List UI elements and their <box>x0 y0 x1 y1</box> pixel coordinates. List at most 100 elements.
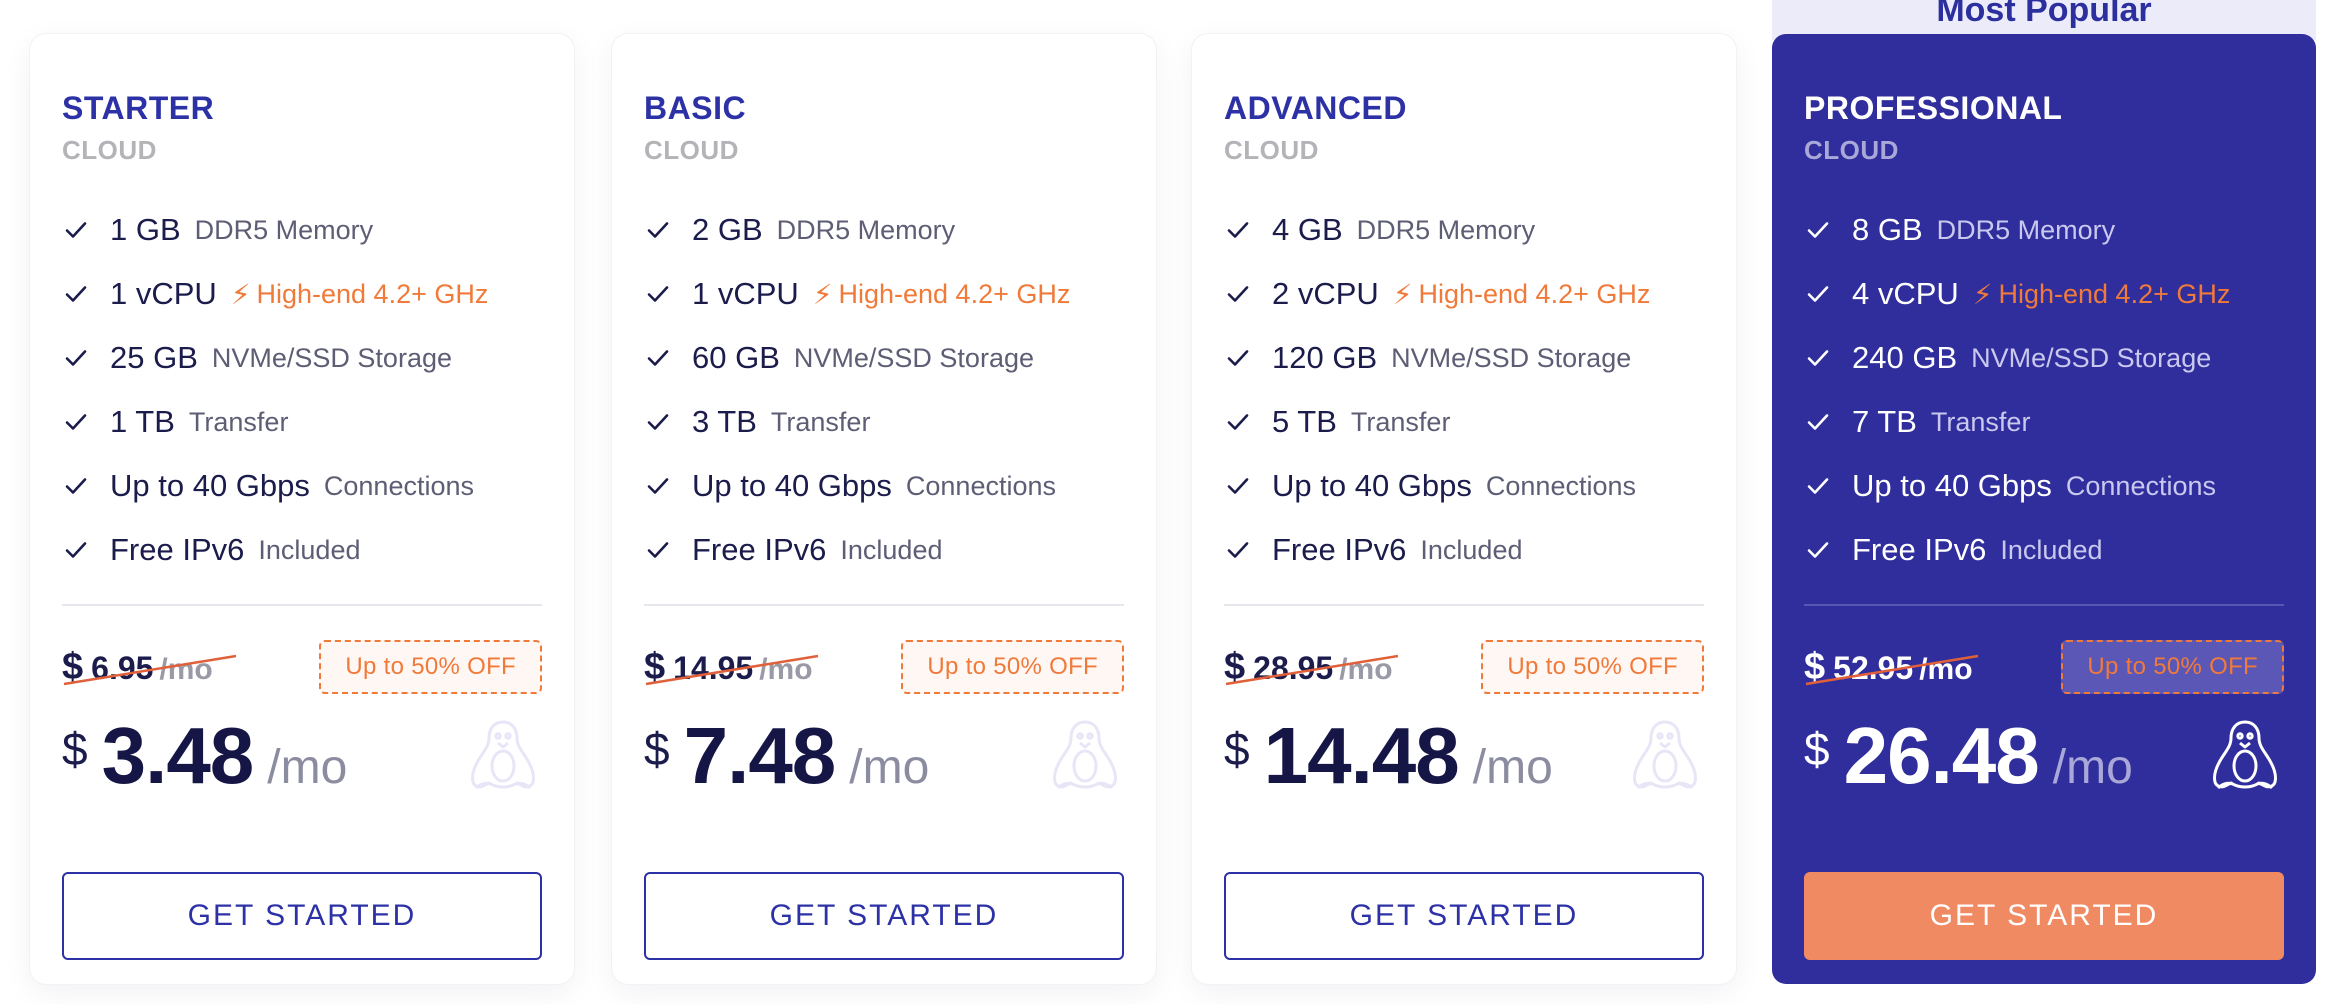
check-icon <box>1224 344 1252 372</box>
feature-value: 25 GB <box>110 340 198 375</box>
current-price: $ 3.48 /mo <box>62 710 542 800</box>
feature-cpu: 1 vCPU ⚡ High-end 4.2+ GHz <box>644 262 1124 326</box>
feature-value: 1 vCPU <box>692 276 799 311</box>
old-price-currency: $ <box>62 645 84 688</box>
feature-value: Up to 40 Gbps <box>1852 468 2052 503</box>
check-icon <box>62 472 90 500</box>
old-price-amount: 28.95 <box>1253 649 1334 686</box>
check-icon <box>1224 536 1252 564</box>
check-icon <box>1224 216 1252 244</box>
check-icon <box>62 408 90 436</box>
old-price: $ 14.95 /mo <box>644 645 819 689</box>
check-icon <box>1804 408 1832 436</box>
feature-label: DDR5 Memory <box>1356 214 1536 245</box>
check-icon <box>1224 280 1252 308</box>
linux-penguin-icon <box>1046 718 1124 798</box>
check-icon <box>62 216 90 244</box>
price-currency: $ <box>62 723 88 775</box>
check-icon <box>62 344 90 372</box>
discount-badge: Up to 50% OFF <box>901 640 1124 694</box>
get-started-button[interactable]: GET STARTED <box>1804 872 2284 960</box>
feature-transfer: 5 TB Transfer <box>1224 390 1704 454</box>
feature-label: Transfer <box>770 406 871 437</box>
feature-value: Up to 40 Gbps <box>1272 468 1472 503</box>
plan-card-basic: BASIC CLOUD 2 GB DDR5 Memory 1 vCPU ⚡ High-… <box>612 34 1156 984</box>
feature-label: NVMe/SSD Storage <box>793 342 1034 373</box>
price-amount: 14.48 <box>1263 711 1460 800</box>
plan-type: CLOUD <box>1224 135 1319 165</box>
feature-value: Free IPv6 <box>110 532 245 567</box>
check-icon <box>644 472 672 500</box>
check-icon <box>1804 344 1832 372</box>
get-started-button[interactable]: GET STARTED <box>62 872 542 960</box>
feature-transfer: 3 TB Transfer <box>644 390 1124 454</box>
feature-memory: 8 GB DDR5 Memory <box>1804 198 2284 262</box>
get-started-button[interactable]: GET STARTED <box>644 872 1124 960</box>
old-price-row: $ 28.95 /mo Up to 50% OFF <box>1224 640 1704 694</box>
feature-label: Included <box>1420 534 1523 565</box>
plan-name: PROFESSIONAL <box>1804 90 2063 126</box>
lightning-bolt-icon: ⚡ <box>812 278 833 310</box>
feature-value: Up to 40 Gbps <box>110 468 310 503</box>
old-price-currency: $ <box>1804 645 1826 688</box>
feature-label: Connections <box>1485 470 1637 501</box>
get-started-button[interactable]: GET STARTED <box>1224 872 1704 960</box>
plan-name: BASIC <box>644 90 747 126</box>
feature-ipv6: Free IPv6 Included <box>1224 518 1704 582</box>
check-icon <box>644 536 672 564</box>
lightning-bolt-icon: ⚡ <box>230 278 251 310</box>
check-icon <box>644 280 672 308</box>
plan-type: CLOUD <box>1804 135 1899 165</box>
old-price-amount: 52.95 <box>1833 649 1914 686</box>
check-icon <box>1804 216 1832 244</box>
old-price: $ 52.95 /mo <box>1804 645 1979 689</box>
old-price: $ 28.95 /mo <box>1224 646 1399 689</box>
feature-label: NVMe/SSD Storage <box>1391 342 1632 373</box>
plan-card-advanced: ADVANCED CLOUD 4 GB DDR5 Memory 2 vCPU ⚡ Hi… <box>1192 34 1736 984</box>
price-currency: $ <box>1804 723 1830 775</box>
pricing-section: Most Popular STARTER CLOUD 1 GB DDR5 Memo… <box>0 0 2348 1004</box>
feature-label: DDR5 Memory <box>1936 214 2116 245</box>
feature-label: Transfer <box>1930 406 2031 437</box>
feature-list: 1 GB DDR5 Memory 1 vCPU ⚡ High-end 4.2+ GHz… <box>62 198 542 582</box>
check-icon <box>62 280 90 308</box>
feature-value: Free IPv6 <box>1272 532 1407 567</box>
old-price-period: /mo <box>759 652 813 686</box>
check-icon <box>1804 472 1832 500</box>
feature-label: Connections <box>905 470 1057 501</box>
feature-label: NVMe/SSD Storage <box>1971 342 2212 373</box>
feature-value: Free IPv6 <box>692 532 827 567</box>
old-price-currency: $ <box>644 645 666 688</box>
feature-value: 4 GB <box>1272 212 1343 247</box>
feature-value: 2 vCPU <box>1272 276 1379 311</box>
feature-value: 2 GB <box>692 212 763 247</box>
feature-ipv6: Free IPv6 Included <box>644 518 1124 582</box>
price-period: /mo <box>267 741 348 794</box>
feature-label: Included <box>258 534 361 565</box>
feature-list: 4 GB DDR5 Memory 2 vCPU ⚡ High-end 4.2+ GHz… <box>1224 198 1704 582</box>
check-icon <box>644 408 672 436</box>
plan-name: ADVANCED <box>1224 90 1407 126</box>
feature-storage: 60 GB NVMe/SSD Storage <box>644 326 1124 390</box>
divider <box>1224 604 1704 606</box>
old-price: $ 6.95 /mo <box>62 645 237 689</box>
feature-value: 5 TB <box>1272 404 1337 439</box>
old-price-period: /mo <box>159 652 213 686</box>
feature-ipv6: Free IPv6 Included <box>1804 518 2284 582</box>
feature-label: Connections <box>2065 470 2217 501</box>
feature-memory: 4 GB DDR5 Memory <box>1224 198 1704 262</box>
old-price-row: $ 52.95 /mo Up to 50% OFF <box>1804 640 2284 694</box>
feature-label: Connections <box>323 470 475 501</box>
check-icon <box>62 536 90 564</box>
plan-name: STARTER <box>62 90 215 126</box>
feature-ipv6: Free IPv6 Included <box>62 518 542 582</box>
feature-label: High-end 4.2+ GHz <box>1998 278 2231 309</box>
feature-connections: Up to 40 Gbps Connections <box>1804 454 2284 518</box>
feature-label: NVMe/SSD Storage <box>211 342 452 373</box>
feature-connections: Up to 40 Gbps Connections <box>1224 454 1704 518</box>
divider <box>62 604 542 606</box>
feature-storage: 240 GB NVMe/SSD Storage <box>1804 326 2284 390</box>
feature-transfer: 1 TB Transfer <box>62 390 542 454</box>
feature-list: 8 GB DDR5 Memory 4 vCPU ⚡ High-end 4.2+ GHz… <box>1804 198 2284 582</box>
feature-label: High-end 4.2+ GHz <box>256 278 489 309</box>
